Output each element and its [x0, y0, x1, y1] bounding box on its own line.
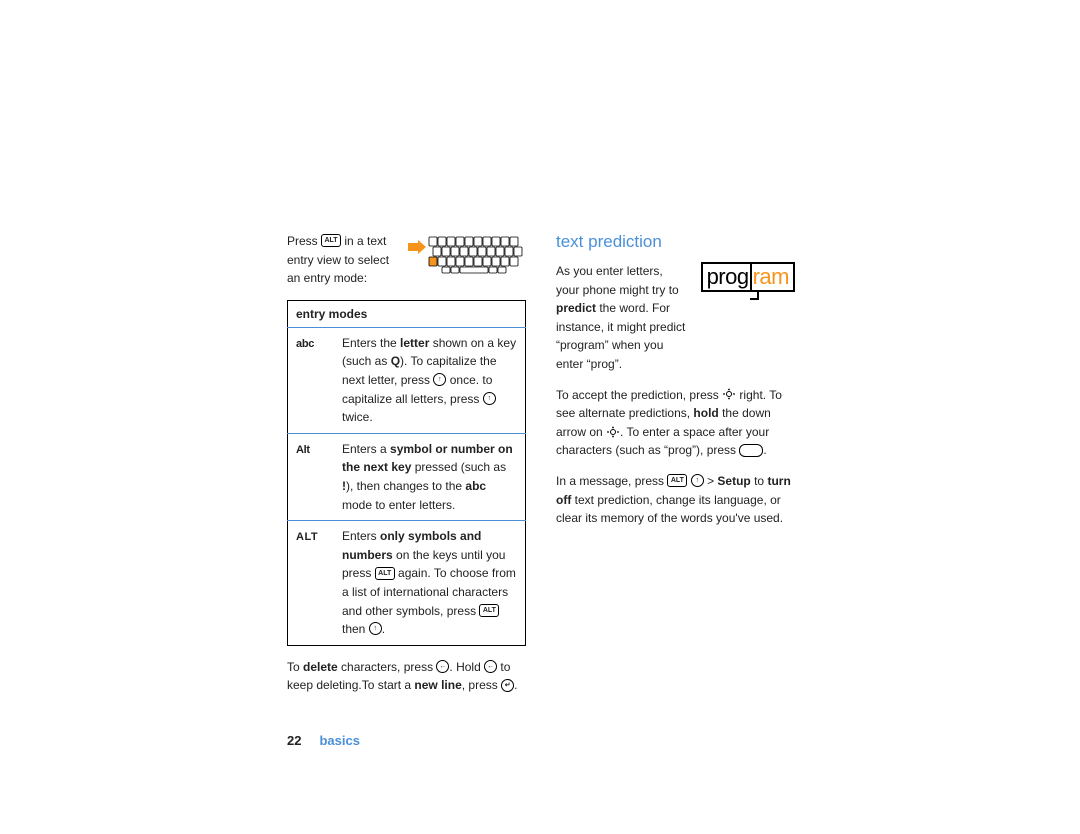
section-heading: text prediction — [556, 232, 795, 252]
keyboard-graphic — [408, 232, 526, 274]
table-row: ALT Enters only symbols and numbers on t… — [288, 521, 526, 646]
prediction-example-graphic: prog ram — [701, 262, 795, 300]
nav-key-icon — [606, 426, 620, 438]
backspace-key-icon: ← — [484, 660, 497, 673]
page-content: Press ALT in a text entry view to select… — [287, 232, 795, 748]
nav-key-icon — [722, 388, 736, 400]
mode-label-altlock: ALT — [296, 531, 318, 543]
cursor-tail-icon — [750, 291, 759, 300]
mode-label-alt: Alt — [296, 444, 310, 456]
enter-key-icon: ↵ — [501, 679, 514, 692]
alt-key-icon: ALT — [479, 604, 499, 617]
table-header: entry modes — [288, 300, 526, 327]
alt-key-icon: ALT — [667, 474, 687, 487]
typed-text: prog — [707, 264, 749, 290]
space-key-icon — [739, 444, 763, 457]
arrow-right-icon — [408, 240, 426, 254]
prediction-intro-text: As you enter letters, your phone might t… — [556, 262, 689, 374]
delete-line-paragraph: To delete characters, press ←. Hold ← to… — [287, 658, 526, 695]
intro-text: Press ALT in a text entry view to select… — [287, 232, 398, 288]
menu-setup: Setup — [717, 474, 750, 488]
shift-key-icon: ↑ — [691, 474, 704, 487]
prediction-intro-row: As you enter letters, your phone might t… — [556, 262, 795, 374]
page-footer: 22 basics — [287, 733, 526, 748]
predicted-text: ram — [753, 264, 789, 290]
alt-key-icon: ALT — [321, 234, 341, 247]
mode-desc-altlock: Enters only symbols and numbers on the k… — [334, 521, 526, 646]
table-row: abc Enters the letter shown on a key (su… — [288, 327, 526, 433]
section-name: basics — [319, 733, 359, 748]
prediction-box: prog ram — [701, 262, 795, 292]
shift-key-icon: ↑ — [369, 622, 382, 635]
intro-pre: Press — [287, 234, 321, 248]
keyboard-icon — [428, 236, 526, 274]
mode-desc-alt: Enters a symbol or number on the next ke… — [334, 433, 526, 520]
left-column: Press ALT in a text entry view to select… — [287, 232, 526, 748]
backspace-key-icon: ← — [436, 660, 449, 673]
setup-paragraph: In a message, press ALT ↑ > Setup to tur… — [556, 472, 795, 528]
mode-desc-abc: Enters the letter shown on a key (such a… — [334, 327, 526, 433]
alt-key-icon: ALT — [375, 567, 395, 580]
intro-block: Press ALT in a text entry view to select… — [287, 232, 526, 288]
mode-label-abc: abc — [296, 338, 314, 350]
page-number: 22 — [287, 733, 301, 748]
accept-prediction-paragraph: To accept the prediction, press right. T… — [556, 386, 795, 460]
text-cursor-icon — [750, 264, 752, 290]
shift-key-icon: ↑ — [483, 392, 496, 405]
table-row: Alt Enters a symbol or number on the nex… — [288, 433, 526, 520]
entry-modes-table: entry modes abc Enters the letter shown … — [287, 300, 526, 646]
shift-key-icon: ↑ — [433, 373, 446, 386]
right-column: text prediction As you enter letters, yo… — [556, 232, 795, 748]
